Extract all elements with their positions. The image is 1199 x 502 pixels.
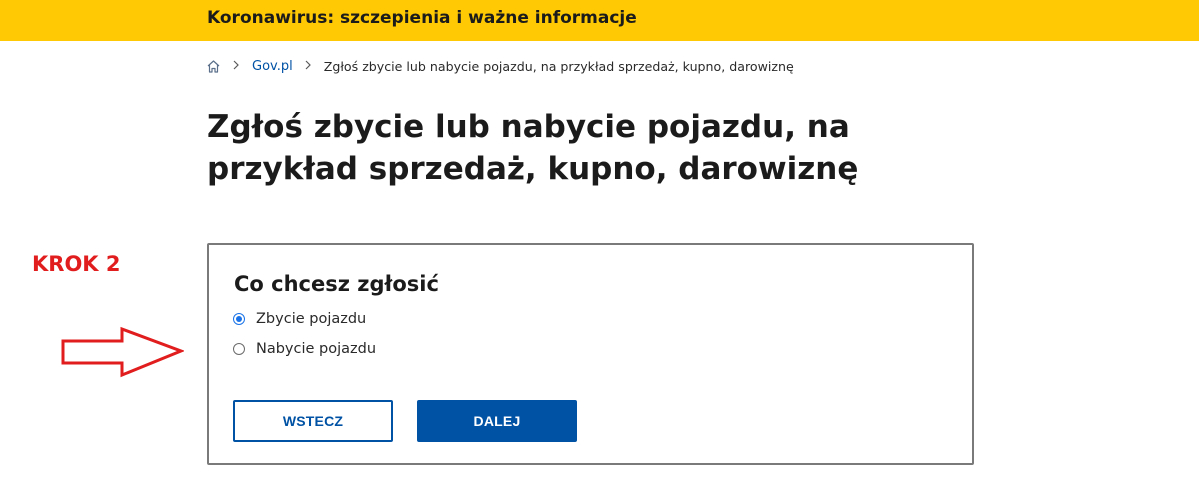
step-label: KROK 2 — [32, 252, 121, 276]
covid-alert-bar[interactable]: Koronawirus: szczepienia i ważne informa… — [0, 0, 1199, 41]
chevron-right-icon — [305, 59, 311, 73]
back-button[interactable]: WSTECZ — [233, 400, 393, 442]
form-heading: Co chcesz zgłosić — [234, 272, 439, 296]
radio-button[interactable] — [233, 343, 245, 355]
option-zbycie[interactable]: Zbycie pojazdu — [233, 311, 366, 327]
covid-alert-link[interactable]: Koronawirus: szczepienia i ważne informa… — [207, 8, 637, 28]
breadcrumb: Gov.pl Zgłoś zbycie lub nabycie pojazdu,… — [206, 57, 794, 75]
next-button[interactable]: DALEJ — [417, 400, 577, 442]
page-title: Zgłoś zbycie lub nabycie pojazdu, na prz… — [207, 109, 859, 187]
home-icon[interactable] — [206, 59, 221, 74]
breadcrumb-link-gov[interactable]: Gov.pl — [252, 59, 293, 74]
radio-button-selected[interactable] — [233, 313, 245, 325]
chevron-right-icon — [233, 59, 239, 73]
option-label: Zbycie pojazdu — [256, 311, 367, 327]
option-label: Nabycie pojazdu — [256, 341, 377, 357]
option-nabycie[interactable]: Nabycie pojazdu — [233, 341, 376, 357]
breadcrumb-current: Zgłoś zbycie lub nabycie pojazdu, na prz… — [323, 58, 794, 74]
arrow-right-icon — [61, 326, 184, 378]
report-type-form: Co chcesz zgłosić Zbycie pojazdu Nabycie… — [207, 243, 974, 465]
